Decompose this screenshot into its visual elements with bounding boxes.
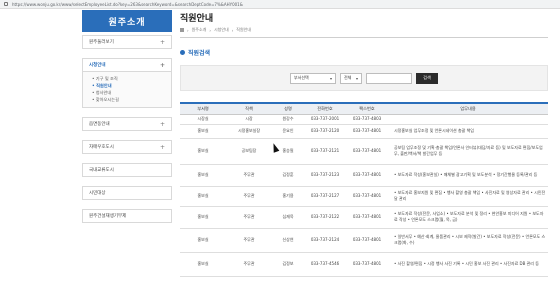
field-select[interactable]: 전체 ▾ (340, 72, 362, 84)
table-header: 부서명 직책 성명 전화번호 팩스번호 업무내용 (180, 102, 548, 115)
table-row: 홍보실 주무관 심재욱 033-737-2122 033-737-4801 • … (180, 206, 548, 229)
table-row: 홍보실 주무관 김정보 033-737-4546 033-737-4801 • … (180, 252, 548, 277)
dept-select[interactable]: 부서선택 ▾ (290, 72, 336, 84)
staff-table: 부서명 직책 성명 전화번호 팩스번호 업무내용 시장실 시장 원강수 033-… (180, 102, 548, 277)
column-header: 성명 (272, 102, 304, 115)
table-row: 홍보실 주무관 김정훈 033-737-2123 033-737-4801 • … (180, 164, 548, 187)
chevron-down-icon: ▾ (355, 75, 358, 81)
submenu-item-organization[interactable]: • 기구 및 조직 (92, 75, 165, 82)
sidebar-item-donation[interactable]: 원주건설재생기부제 (82, 209, 172, 223)
main-content: 직원안내 › 원주소개 › 시청안내 › 직원안내 직원검색 부서선택 ▾ 전체… (180, 10, 548, 277)
page-title: 직원안내 (180, 14, 214, 24)
sidebar-item-label: 자매우호도시 (89, 145, 114, 150)
breadcrumb-item[interactable]: 원주소개 (192, 27, 207, 33)
sidebar-item-tour[interactable]: 원주둘러보기 + (82, 35, 172, 49)
sidebar-item-label: 읍면동안내 (89, 122, 110, 127)
sidebar-submenu: • 기구 및 조직 • 직원안내 • 청사안내 • 찾아오시는길 (82, 72, 172, 108)
submenu-item-building[interactable]: • 청사안내 (92, 89, 165, 96)
search-input[interactable] (366, 72, 412, 84)
sidebar-item-sister-cities[interactable]: 자매우호도시 + (82, 140, 172, 154)
column-header: 팩스번호 (346, 102, 388, 115)
sidebar-item-cityhall[interactable]: 시청안내 + (82, 58, 172, 72)
breadcrumb-item[interactable]: 시청안내 (214, 27, 229, 33)
search-button[interactable]: 검색 (416, 72, 438, 84)
home-icon[interactable] (180, 28, 184, 32)
expand-icon: + (159, 61, 165, 69)
column-header: 부서명 (180, 102, 226, 115)
expand-icon: + (159, 143, 165, 151)
expand-icon: + (159, 120, 165, 128)
sidebar-item-label: 국내교류도시 (89, 168, 114, 173)
search-panel: 부서선택 ▾ 전체 ▾ 검색 (180, 65, 548, 91)
url-text[interactable]: https://www.wonju.go.kr/www/selectEmploy… (12, 2, 243, 7)
divider (180, 37, 548, 38)
breadcrumb-item[interactable]: 직원안내 (236, 27, 251, 33)
column-header: 업무내용 (388, 102, 548, 115)
submenu-item-staff[interactable]: • 직원안내 (92, 82, 165, 89)
breadcrumb: › 원주소개 › 시청안내 › 직원안내 (180, 27, 548, 33)
sidebar-item-districts[interactable]: 읍면동안내 + (82, 117, 172, 131)
lock-icon (4, 2, 8, 6)
table-row: 홍보실 공보팀장 홍승필 033-737-2121 033-737-4801 공… (180, 138, 548, 165)
table-row: 홍보실 시정홍보실장 윤요인 033-737-2120 033-737-4801… (180, 124, 548, 139)
section-title: 직원검색 (180, 48, 548, 57)
sidebar-item-domestic-cities[interactable]: 국내교류도시 (82, 163, 172, 177)
address-bar[interactable]: https://www.wonju.go.kr/www/selectEmploy… (0, 0, 560, 9)
chevron-down-icon: ▾ (329, 75, 332, 81)
table-row: 홍보실 주무관 신상연 033-737-2124 033-737-4801 • … (180, 228, 548, 253)
sidebar: 원주소개 원주둘러보기 + 시청안내 + • 기구 및 조직 • 직원안내 • … (82, 10, 172, 223)
table-row: 홍보실 주무관 홍기용 033-737-2127 033-737-4801 • … (180, 186, 548, 207)
column-header: 직책 (226, 102, 272, 115)
sidebar-item-label: 시민대상 (89, 191, 106, 196)
table-row: 시장실 시장 원강수 033-737-2001 033-737-4803 (180, 114, 548, 125)
sidebar-item-label: 원주건설재생기부제 (89, 214, 127, 219)
column-header: 전화번호 (304, 102, 346, 115)
expand-icon: + (159, 38, 165, 46)
submenu-item-directions[interactable]: • 찾아오시는길 (92, 96, 165, 103)
sidebar-item-citizen-award[interactable]: 시민대상 (82, 186, 172, 200)
sidebar-item-label: 시청안내 (89, 63, 106, 68)
bullet-icon (180, 50, 185, 55)
sidebar-item-label: 원주둘러보기 (89, 40, 114, 45)
sidebar-title: 원주소개 (82, 10, 172, 32)
